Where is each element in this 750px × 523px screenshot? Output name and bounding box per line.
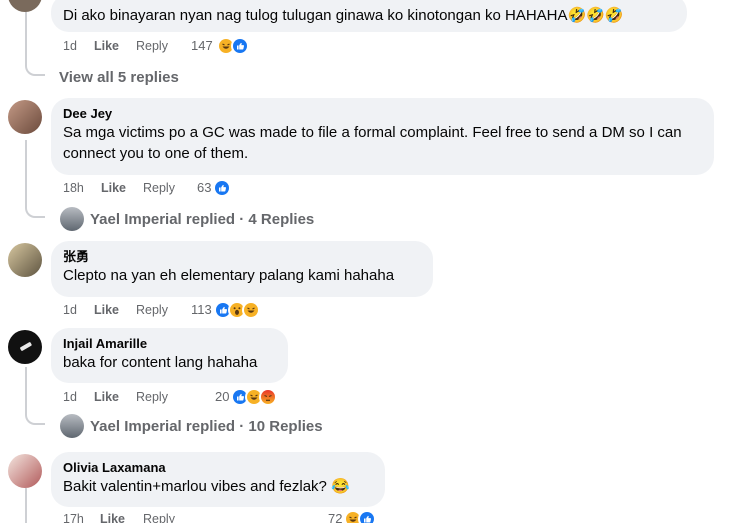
reply-avatar[interactable] [60,207,84,231]
haha-icon [242,301,260,319]
comment-text: Sa mga victims po a GC was made to file … [63,124,682,162]
like-button[interactable]: Like [100,510,125,523]
comment-bubble: Olivia Laxamana Bakit valentin+marlou vi… [51,452,385,507]
like-icon [213,179,231,197]
reply-button[interactable]: Reply [136,388,168,406]
comment-time[interactable]: 1d [63,301,77,319]
angry-icon [259,388,277,406]
comment-time[interactable]: 1d [63,37,77,55]
like-button[interactable]: Like [94,388,119,406]
avatar[interactable] [8,0,42,12]
like-icon [231,37,249,55]
comment-bubble: Dee Jey Sa mga victims po a GC was made … [51,98,714,175]
comment-time[interactable]: 1d [63,388,77,406]
thread-line [25,488,27,523]
comment-author[interactable]: Olivia Laxamana [63,459,373,476]
view-all-replies-link[interactable]: View all 5 replies [59,68,179,88]
comment-bubble: Injail Amarille baka for content lang ha… [51,328,288,383]
avatar-image [20,342,32,351]
reaction-count[interactable]: 147 [191,37,213,55]
comment-time[interactable]: 18h [63,179,84,197]
reaction-count[interactable]: 63 [197,179,211,197]
avatar[interactable] [8,100,42,134]
comment-bubble: Di ako binayaran nyan nag tulog tulugan … [51,0,687,32]
comment-text: Bakit valentin+marlou vibes and fezlak? … [63,478,350,495]
thread-line [25,140,27,208]
reaction-count[interactable]: 113 [191,301,212,319]
like-button[interactable]: Like [94,37,119,55]
avatar[interactable] [8,243,42,277]
avatar[interactable] [8,330,42,364]
comment-author[interactable]: Dee Jey [63,105,702,122]
reply-button[interactable]: Reply [143,510,175,523]
comment-bubble: 张勇 Clepto na yan eh elementary palang ka… [51,241,433,297]
reply-button[interactable]: Reply [136,301,168,319]
comment-time[interactable]: 17h [63,510,84,523]
comment-text: Clepto na yan eh elementary palang kami … [63,267,395,284]
reaction-count[interactable]: 20 [215,388,229,406]
reply-avatar[interactable] [60,414,84,438]
thread-elbow [25,64,45,76]
thread-elbow [25,206,45,218]
comment-text: baka for content lang hahaha [63,354,258,371]
like-button[interactable]: Like [94,301,119,319]
comment-text: Di ako binayaran nyan nag tulog tulugan … [63,7,624,24]
like-icon [358,510,376,523]
thread-line [25,367,27,415]
like-button[interactable]: Like [101,179,126,197]
view-replies-link[interactable]: Yael Imperial replied · 4 Replies [90,210,314,230]
thread-elbow [25,413,45,425]
reaction-count[interactable]: 72 [328,510,342,523]
reply-button[interactable]: Reply [143,179,175,197]
reply-button[interactable]: Reply [136,37,168,55]
avatar[interactable] [8,454,42,488]
comment-author[interactable]: 张勇 [63,248,421,265]
view-replies-link[interactable]: Yael Imperial replied · 10 Replies [90,417,323,437]
comments-panel: Di ako binayaran nyan nag tulog tulugan … [0,0,750,523]
comment-author[interactable]: Injail Amarille [63,335,276,352]
